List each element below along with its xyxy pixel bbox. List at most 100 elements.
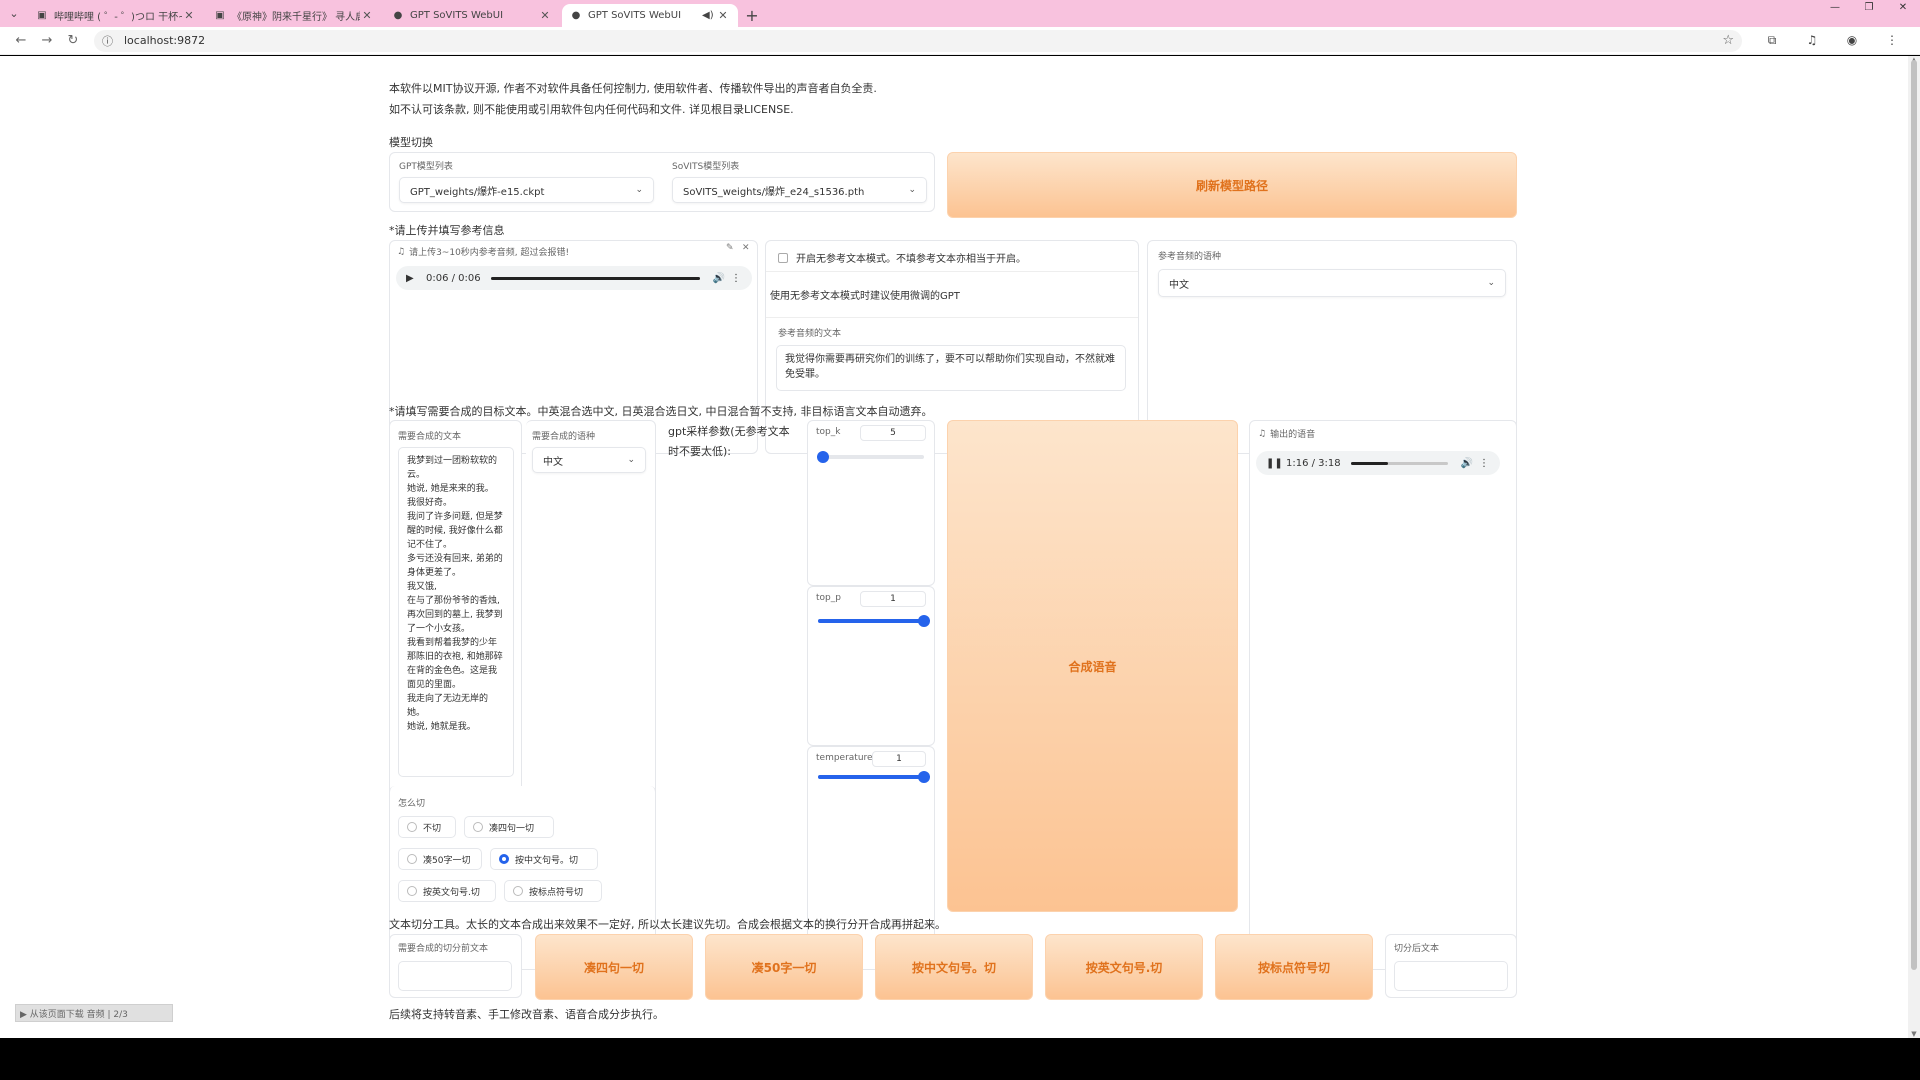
tab-close-icon[interactable]: ✕ (538, 9, 552, 22)
minimize-icon[interactable]: — (1818, 0, 1852, 16)
window-close-icon[interactable]: ✕ (1886, 0, 1920, 16)
bookmark-star-icon[interactable]: ☆ (1722, 33, 1734, 48)
slider-handle[interactable] (918, 615, 930, 627)
url-text: localhost:9872 (124, 34, 206, 47)
tab-close-icon[interactable]: ✕ (716, 9, 730, 22)
browser-tab-bar: ⌄ ▣ 哔哩哔哩 ( ゜- ゜)つロ 干杯~-b ✕ ▣ 《原神》阴来千星行》 … (0, 0, 1920, 27)
tab-title: GPT SoVITS WebUI (588, 10, 682, 21)
refresh-model-button[interactable]: 刷新模型路径 (947, 152, 1517, 218)
cut-option-four-sentences[interactable]: 凑四句一切 (464, 816, 554, 838)
radio-icon (473, 822, 483, 832)
cut-option-english-period[interactable]: 按英文句号.切 (398, 880, 496, 902)
scroll-down-icon[interactable]: ▼ (1908, 1030, 1920, 1038)
split-input-textarea[interactable] (398, 961, 512, 991)
clear-audio-icon[interactable]: ✕ (742, 243, 750, 253)
no-ref-checkbox-row[interactable]: 开启无参考文本模式。不填参考文本亦相当于开启。 (778, 250, 1026, 265)
reference-audio-time: 0:06 / 0:06 (426, 272, 481, 284)
reference-heading: *请上传并填写参考信息 (389, 224, 505, 237)
more-options-icon[interactable]: ⋮ (1478, 458, 1490, 469)
top-k-input[interactable]: 5 (860, 425, 926, 441)
tab-audio-playing-icon[interactable]: ◀) (702, 10, 716, 21)
browser-tab-2[interactable]: ▣ 《原神》阴来千星行》 寻人启事 ✕ (206, 4, 382, 27)
radio-label: 按标点符号切 (529, 887, 584, 898)
cut-option-none[interactable]: 不切 (398, 816, 456, 838)
new-tab-icon[interactable]: + (740, 4, 764, 27)
temperature-input[interactable]: 1 (872, 751, 926, 767)
browser-menu-icon[interactable]: ⋮ (1872, 33, 1912, 48)
output-audio-player[interactable]: ❚❚ 1:16 / 3:18 🔊 ⋮ (1256, 451, 1500, 475)
target-language-select[interactable]: 中文 ⌄ (532, 447, 646, 473)
model-select-panel: GPT模型列表 GPT_weights/爆炸-e15.ckpt ⌄ SoVITS… (389, 152, 935, 212)
output-audio-progress[interactable] (1350, 461, 1448, 465)
ref-language-value: 中文 (1169, 279, 1189, 291)
temperature-slider[interactable] (818, 771, 930, 783)
cut-option-chinese-period[interactable]: 按中文句号。切 (490, 848, 598, 870)
radio-label: 按中文句号。切 (515, 855, 579, 866)
tab-search-icon[interactable]: ⌄ (0, 0, 28, 27)
edit-icon[interactable]: ✎ (726, 243, 734, 253)
radio-icon (407, 854, 417, 864)
cut-chinese-period-button[interactable]: 按中文句号。切 (875, 934, 1033, 1000)
browser-tab-3[interactable]: ● GPT SoVITS WebUI ✕ (384, 4, 560, 27)
sovits-model-select[interactable]: SoVITS_weights/爆炸_e24_s1536.pth ⌄ (672, 177, 927, 203)
top-p-slider[interactable] (818, 615, 930, 627)
profile-avatar-icon[interactable]: ◉ (1832, 33, 1872, 48)
top-k-slider[interactable] (817, 451, 924, 463)
pause-icon[interactable]: ❚❚ (1266, 458, 1283, 469)
ref-text-input[interactable]: 我觉得你需要再研究你们的训练了，要不可以帮助你们实现自动，不然就难免受罪。 (776, 345, 1126, 391)
synthesize-button[interactable]: 合成语音 (947, 420, 1238, 912)
radio-icon (407, 886, 417, 896)
browser-tab-1[interactable]: ▣ 哔哩哔哩 ( ゜- ゜)つロ 干杯~-b ✕ (28, 4, 204, 27)
radio-icon (407, 822, 417, 832)
gpt-model-value: GPT_weights/爆炸-e15.ckpt (410, 186, 545, 198)
reference-audio-label-text: 请上传3~10秒内参考音频, 超过会报错! (409, 248, 570, 258)
output-audio-label-text: 输出的语音 (1270, 430, 1316, 440)
cut-fifty-chars-button[interactable]: 凑50字一切 (705, 934, 863, 1000)
url-input[interactable]: ⓘ localhost:9872 ☆ (94, 29, 1742, 52)
cut-option-fifty-chars[interactable]: 凑50字一切 (398, 848, 482, 870)
volume-icon[interactable]: 🔊 (1456, 458, 1478, 469)
reference-audio-progress[interactable] (490, 276, 700, 280)
slider-handle[interactable] (918, 771, 930, 783)
tab-close-icon[interactable]: ✕ (360, 9, 374, 22)
play-icon[interactable]: ▶ (406, 273, 422, 284)
forward-icon[interactable]: → (34, 33, 60, 48)
target-language-value: 中文 (543, 456, 563, 468)
cut-punctuation-button[interactable]: 按标点符号切 (1215, 934, 1373, 1000)
slider-handle[interactable] (817, 451, 830, 463)
back-icon[interactable]: ← (8, 33, 34, 48)
site-info-icon[interactable]: ⓘ (102, 33, 118, 49)
more-options-icon[interactable]: ⋮ (730, 273, 742, 284)
output-audio-label: ♫ 输出的语音 (1258, 427, 1316, 441)
tab-title: 哔哩哔哩 ( ゜- ゜)つロ 干杯~-b (54, 12, 182, 23)
no-ref-checkbox[interactable] (778, 252, 788, 263)
restore-icon[interactable]: ❐ (1852, 0, 1886, 16)
cut-four-sentences-button[interactable]: 凑四句一切 (535, 934, 693, 1000)
target-heading: *请填写需要合成的目标文本。中英混合选中文, 日英混合选日文, 中日混合暂不支持… (389, 405, 933, 418)
split-heading: 文本切分工具。太长的文本合成出来效果不一定好, 所以太长建议先切。合成会根据文本… (389, 918, 946, 931)
ref-language-select[interactable]: 中文 ⌄ (1158, 269, 1506, 297)
volume-icon[interactable]: 🔊 (708, 273, 730, 284)
download-audio-float-button[interactable]: ▶ 从该页面下载 音频 | 2/3 (15, 1004, 173, 1022)
cut-english-period-button[interactable]: 按英文句号.切 (1045, 934, 1203, 1000)
chevron-down-icon: ⌄ (635, 185, 643, 195)
radio-label: 凑四句一切 (489, 823, 535, 834)
reference-audio-player[interactable]: ▶ 0:06 / 0:06 🔊 ⋮ (396, 266, 752, 290)
media-control-icon[interactable]: ♫ (1792, 33, 1832, 48)
page-scrollbar[interactable]: ▲ ▼ (1908, 56, 1920, 1038)
target-text-input[interactable]: 我梦到过一团粉软软的云。 她说, 她是来来的我。 我很好奇。 我问了许多问题, … (398, 447, 514, 777)
top-p-input[interactable]: 1 (860, 591, 926, 607)
output-audio-time: 1:16 / 3:18 (1286, 457, 1341, 469)
extensions-icon[interactable]: ⧉ (1752, 33, 1792, 48)
gpt-model-select[interactable]: GPT_weights/爆炸-e15.ckpt ⌄ (399, 177, 654, 203)
cut-method-label: 怎么切 (398, 799, 426, 809)
scrollbar-thumb[interactable] (1911, 60, 1917, 970)
reload-icon[interactable]: ↻ (60, 33, 86, 48)
music-note-icon: ♫ (397, 246, 406, 257)
split-output-textarea[interactable] (1394, 961, 1508, 991)
cut-option-punctuation[interactable]: 按标点符号切 (504, 880, 602, 902)
browser-tab-4[interactable]: ● GPT SoVITS WebUI ◀) ✕ (562, 4, 738, 27)
tab-close-icon[interactable]: ✕ (182, 9, 196, 22)
gradio-favicon-icon: ● (571, 10, 581, 21)
split-input-label: 需要合成的切分前文本 (398, 944, 489, 954)
